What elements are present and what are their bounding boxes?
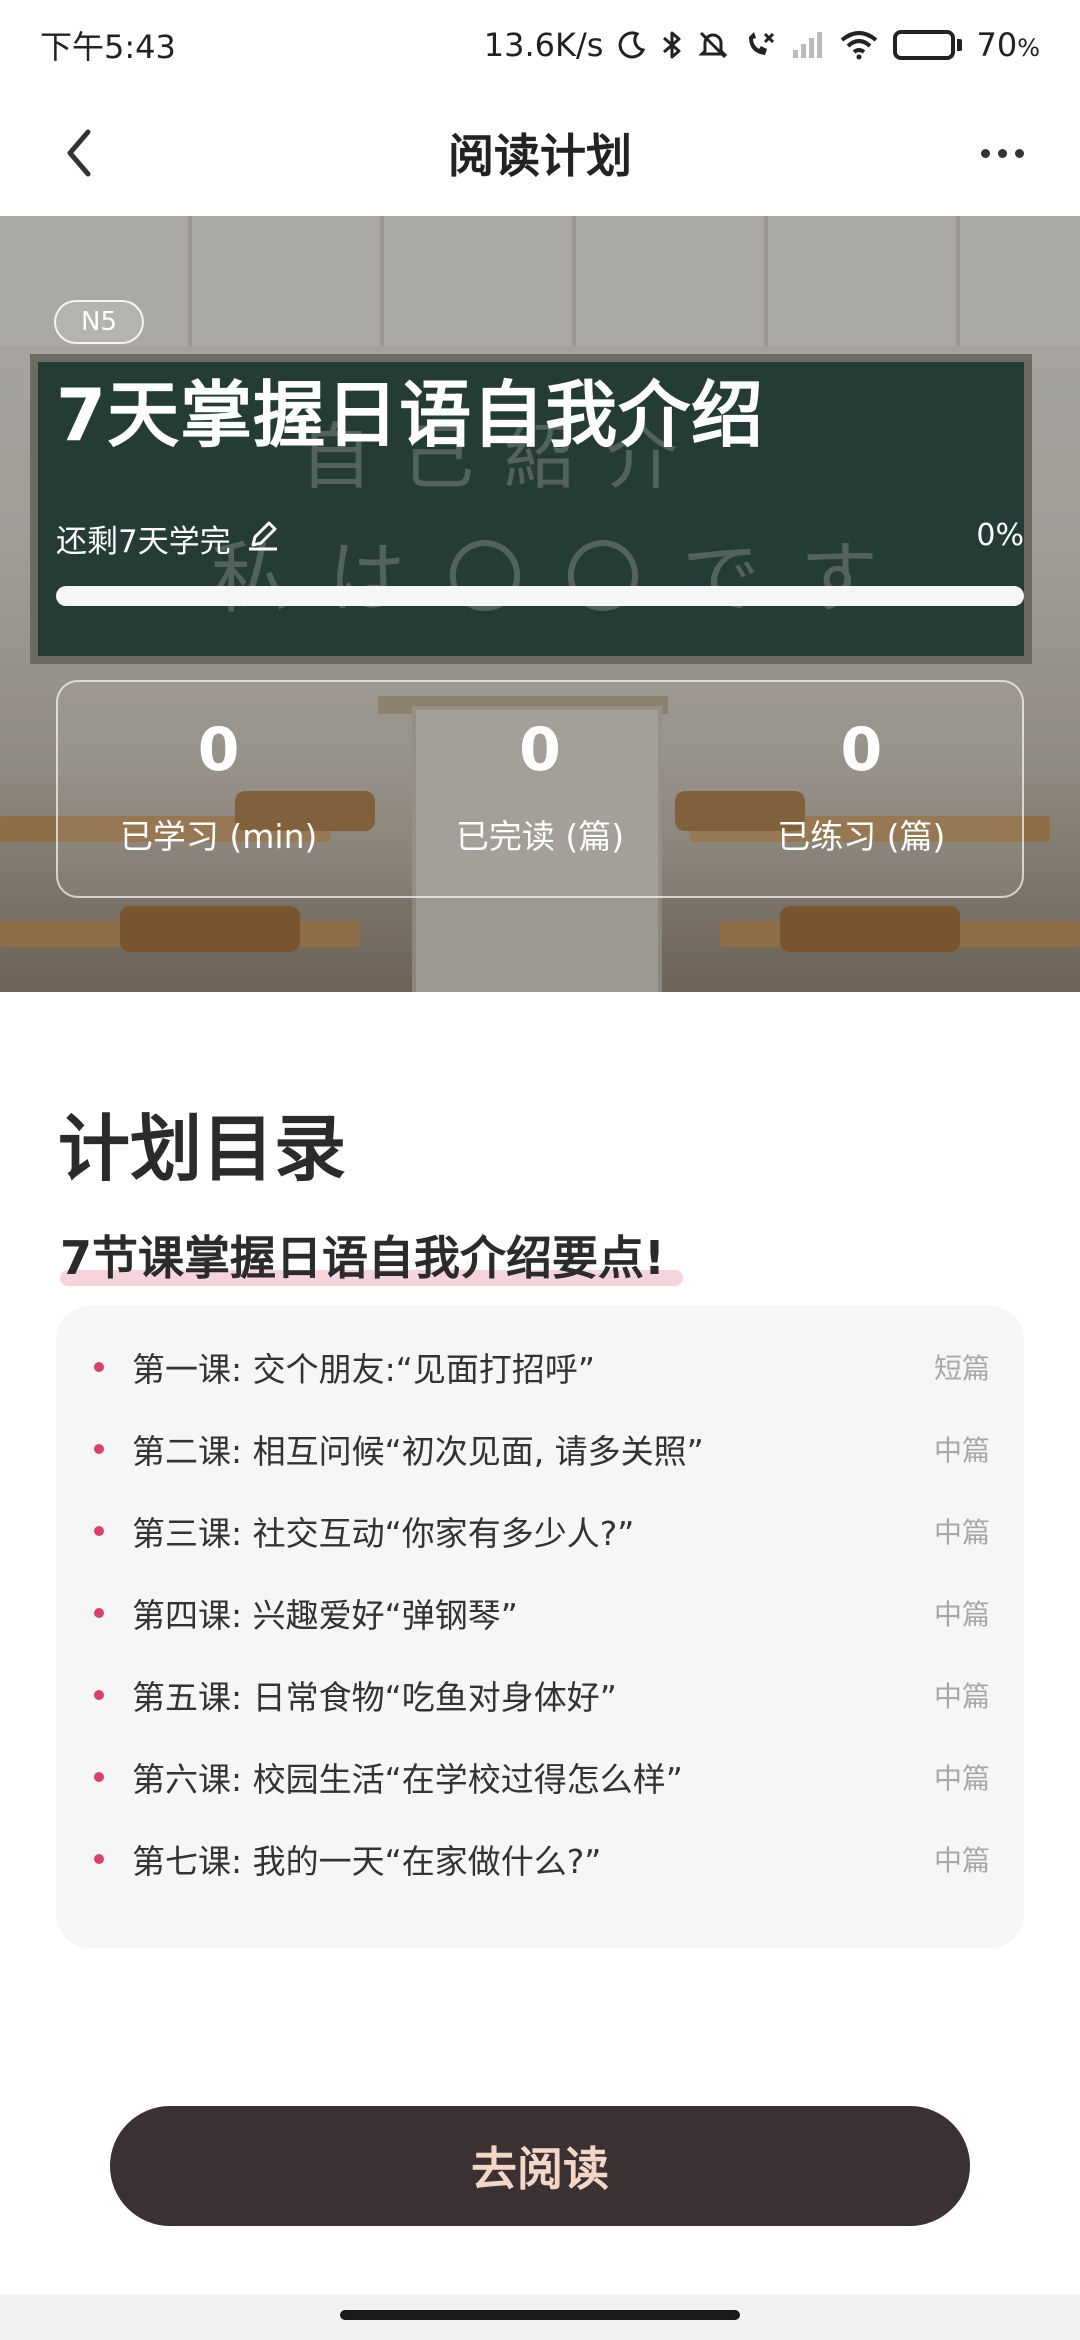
lesson-length-tag: 短篇 — [933, 1352, 990, 1385]
chevron-left-icon — [67, 129, 91, 177]
bullet-dot-icon — [94, 1854, 104, 1864]
lesson-name: 第六课: 校园生活“在学校过得怎么样” — [132, 1760, 683, 1799]
lesson-length-tag: 中篇 — [933, 1598, 990, 1631]
lesson-length-tag: 中篇 — [933, 1434, 990, 1467]
lesson-item-3[interactable]: 第三课: 社交互动“你家有多少人?” 中篇 — [90, 1490, 990, 1572]
lesson-list: 第一课: 交个朋友:“见面打招呼” 短篇 第二课: 相互问候“初次见面, 请多关… — [56, 1306, 1024, 1948]
lesson-item-7[interactable]: 第七课: 我的一天“在家做什么?” 中篇 — [90, 1818, 990, 1900]
lesson-name: 第三课: 社交互动“你家有多少人?” — [132, 1514, 635, 1553]
lesson-name: 第一课: 交个朋友:“见面打招呼” — [132, 1350, 595, 1389]
bluetooth-icon — [661, 29, 683, 61]
edit-pencil-icon[interactable] — [245, 517, 281, 561]
back-button[interactable] — [52, 126, 106, 180]
bullet-dot-icon — [94, 1362, 104, 1372]
bullet-dot-icon — [94, 1690, 104, 1700]
stat-study-minutes: 0 已学习 (min) — [58, 682, 379, 896]
remaining-text: 还剩7天学完 — [56, 524, 231, 560]
go-read-button[interactable]: 去阅读 — [110, 2106, 970, 2226]
stat-practiced: 0 已练习 (篇) — [701, 682, 1022, 896]
status-icons: 13.6K/s 70% — [484, 26, 1040, 64]
catalog-subtitle-wrap: 7节课掌握日语自我介绍要点! — [60, 1222, 683, 1288]
lesson-length-tag: 中篇 — [933, 1680, 990, 1713]
plan-hero: 自己紹介 私は〇〇です N5 7天掌握日语自我介绍 还剩7天学完 0% 0 已学… — [0, 216, 1080, 992]
bullet-dot-icon — [94, 1526, 104, 1536]
stat-value: 0 — [519, 715, 561, 785]
lesson-length-tag: 中篇 — [933, 1762, 990, 1795]
wifi-icon — [839, 30, 879, 60]
stat-label: 已学习 (min) — [119, 817, 318, 856]
lesson-item-6[interactable]: 第六课: 校园生活“在学校过得怎么样” 中篇 — [90, 1736, 990, 1818]
progress-bar — [56, 586, 1024, 606]
battery-percent: 70% — [976, 26, 1040, 64]
lesson-item-2[interactable]: 第二课: 相互问候“初次见面, 请多关照” 中篇 — [90, 1408, 990, 1490]
stat-finished-reading: 0 已完读 (篇) — [379, 682, 700, 896]
lesson-length-tag: 中篇 — [933, 1844, 990, 1877]
status-bar: 下午5:43 13.6K/s 70% — [0, 0, 1080, 90]
more-button[interactable] — [972, 130, 1032, 176]
lesson-name: 第二课: 相互问候“初次见面, 请多关照” — [132, 1432, 704, 1471]
net-speed: 13.6K/s — [483, 26, 604, 64]
status-time: 下午5:43 — [40, 28, 176, 66]
remaining-days: 还剩7天学完 — [56, 516, 281, 561]
more-dots-icon — [980, 148, 990, 158]
lesson-item-1[interactable]: 第一课: 交个朋友:“见面打招呼” 短篇 — [90, 1326, 990, 1408]
stat-label: 已完读 (篇) — [455, 817, 625, 856]
plan-title: 7天掌握日语自我介绍 — [56, 373, 765, 457]
catalog-subtitle: 7节课掌握日语自我介绍要点! — [60, 1231, 665, 1285]
lesson-item-5[interactable]: 第五课: 日常食物“吃鱼对身体好” 中篇 — [90, 1654, 990, 1736]
stat-label: 已练习 (篇) — [777, 817, 946, 856]
lesson-name: 第五课: 日常食物“吃鱼对身体好” — [132, 1678, 617, 1717]
stat-value: 0 — [197, 715, 240, 785]
level-badge: N5 — [54, 300, 144, 344]
stat-value: 0 — [840, 715, 883, 785]
lesson-item-4[interactable]: 第四课: 兴趣爱好“弹钢琴” 中篇 — [90, 1572, 990, 1654]
battery-icon — [893, 30, 963, 60]
stats-panel: 0 已学习 (min) 0 已完读 (篇) 0 已练习 (篇) — [56, 680, 1024, 898]
call-missed-icon — [743, 29, 777, 61]
bullet-dot-icon — [94, 1772, 104, 1782]
lesson-name: 第七课: 我的一天“在家做什么?” — [132, 1842, 602, 1881]
catalog-title: 计划目录 — [58, 1107, 347, 1191]
signal-icon — [791, 30, 825, 60]
bullet-dot-icon — [94, 1608, 104, 1618]
bullet-dot-icon — [94, 1444, 104, 1454]
page-title: 阅读计划 — [448, 129, 632, 183]
home-indicator[interactable] — [340, 2310, 740, 2320]
lesson-name: 第四课: 兴趣爱好“弹钢琴” — [132, 1596, 518, 1635]
lesson-length-tag: 中篇 — [933, 1516, 990, 1549]
mute-bell-icon — [697, 29, 729, 61]
nav-bar: 阅读计划 — [0, 90, 1080, 216]
progress-percent: 0% — [976, 518, 1024, 553]
moon-icon — [617, 30, 647, 60]
